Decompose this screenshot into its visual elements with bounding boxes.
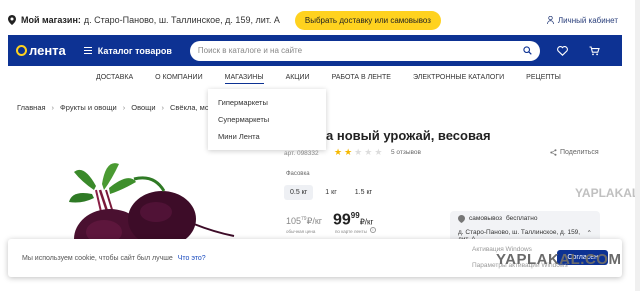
cart-button[interactable] [584,40,606,62]
pack-options: 0.5 кг 1 кг 1.5 кг [284,185,378,200]
share-button[interactable]: Поделиться [550,149,599,156]
main-nav: ДОСТАВКА О КОМПАНИИ МАГАЗИНЫ АКЦИИ РАБОТ… [96,74,561,84]
search-input[interactable]: Поиск в каталоге и на сайте [189,40,540,61]
chevron-right-icon: › [122,103,126,112]
card-price: 9999₽/кг [333,211,373,229]
cabinet-label: Личный кабинет [557,15,618,25]
card-price-unit: ₽/кг [359,217,374,227]
nav-item-recipes[interactable]: РЕЦЕПТЫ [526,74,561,84]
breadcrumb-item[interactable]: Главная [17,103,46,112]
delivery-select-button[interactable]: Выбрать доставку или самовывоз [294,10,441,30]
heart-icon [557,45,569,56]
rating-stars[interactable]: ★ ★ ★ ★ ★ [334,148,382,157]
store-label: Мой магазин: [21,15,81,25]
nav-item-promotions[interactable]: АКЦИИ [286,74,310,84]
store-address[interactable]: д. Старо-Паново, ш. Таллинское, д. 159, … [84,15,280,25]
logo-text: лента [29,43,66,58]
beet-leaves [69,163,136,217]
pack-option[interactable]: 0.5 кг [284,185,314,200]
menu-icon [83,45,92,56]
product-article: арт. 098332 [284,150,319,157]
dropdown-item-hypermarkets[interactable]: Гипермаркеты [218,98,316,107]
card-price-value: 99 [333,211,351,229]
product-title: а новый урожай, весовая [326,128,491,143]
star-icon: ★ [374,147,383,157]
nav-item-stores[interactable]: МАГАЗИНЫ [224,74,264,84]
logo-mark-icon [16,45,27,56]
star-icon: ★ [354,147,363,157]
share-icon [550,149,557,156]
nav-item-about[interactable]: О КОМПАНИИ [155,74,202,84]
old-price-label: обычная цена [286,229,316,234]
watermark-yaplakal-top: YAPLAKAL [575,186,640,200]
search-icon[interactable] [523,46,532,55]
cookie-info-link[interactable]: Что это? [178,255,206,262]
main-header: лента Каталог товаров Поиск в каталоге и… [8,35,622,66]
dropdown-item-supermarkets[interactable]: Супермаркеты [218,115,316,124]
cart-icon [589,45,601,55]
reviews-link[interactable]: 5 отзывов [391,149,421,156]
favorites-button[interactable] [552,40,574,62]
lenta-logo[interactable]: лента [16,43,66,58]
share-label: Поделиться [560,149,599,156]
star-icon: ★ [344,147,353,157]
card-price-kop: 99 [350,211,360,220]
nav-item-careers[interactable]: РАБОТА В ЛЕНТЕ [332,74,391,84]
breadcrumb: Главная › Фрукты и овощи › Овощи › Свёкл… [17,103,231,112]
search-placeholder: Поиск в каталоге и на сайте [197,46,303,55]
pack-option[interactable]: 1.5 кг [349,185,378,200]
star-icon: ★ [334,147,343,157]
pickup-label: самовывоз [469,215,502,222]
pack-option[interactable]: 1 кг [319,185,342,200]
breadcrumb-item[interactable]: Фрукты и овощи [60,103,117,112]
nav-item-delivery[interactable]: ДОСТАВКА [96,74,133,84]
watermark-yaplakal: YAPLAKAL.COM [496,251,622,268]
chevron-right-icon: › [161,103,165,112]
nav-item-catalogs[interactable]: ЭЛЕКТРОННЫЕ КАТАЛОГИ [413,74,504,84]
star-icon: ★ [364,147,373,157]
old-price: 10579₽/кг [286,216,322,227]
info-icon[interactable]: i [370,227,376,233]
old-price-unit: ₽/кг [306,216,323,226]
dropdown-item-mini-lenta[interactable]: Мини Лента [218,132,316,141]
catalog-label: Каталог товаров [97,45,172,56]
pickup-pin-icon [458,215,465,223]
chevron-right-icon: › [51,103,55,112]
catalog-button[interactable]: Каталог товаров [83,45,172,56]
cookie-text: Мы используем cookie, чтобы сайт был луч… [22,254,173,262]
pickup-price: бесплатно [505,215,538,222]
breadcrumb-item[interactable]: Овощи [131,103,155,112]
location-pin-icon [8,15,16,25]
pack-label: Фасовка [286,171,310,177]
top-bar: Мой магазин: д. Старо-Паново, ш. Таллинс… [0,0,640,40]
card-price-label: по карте ленты [335,229,367,234]
old-price-value: 105 [286,216,302,226]
scrollbar[interactable] [635,0,640,291]
stores-dropdown: Гипермаркеты Супермаркеты Мини Лента [208,89,326,150]
personal-cabinet-link[interactable]: Личный кабинет [546,15,632,25]
user-icon [546,16,554,24]
